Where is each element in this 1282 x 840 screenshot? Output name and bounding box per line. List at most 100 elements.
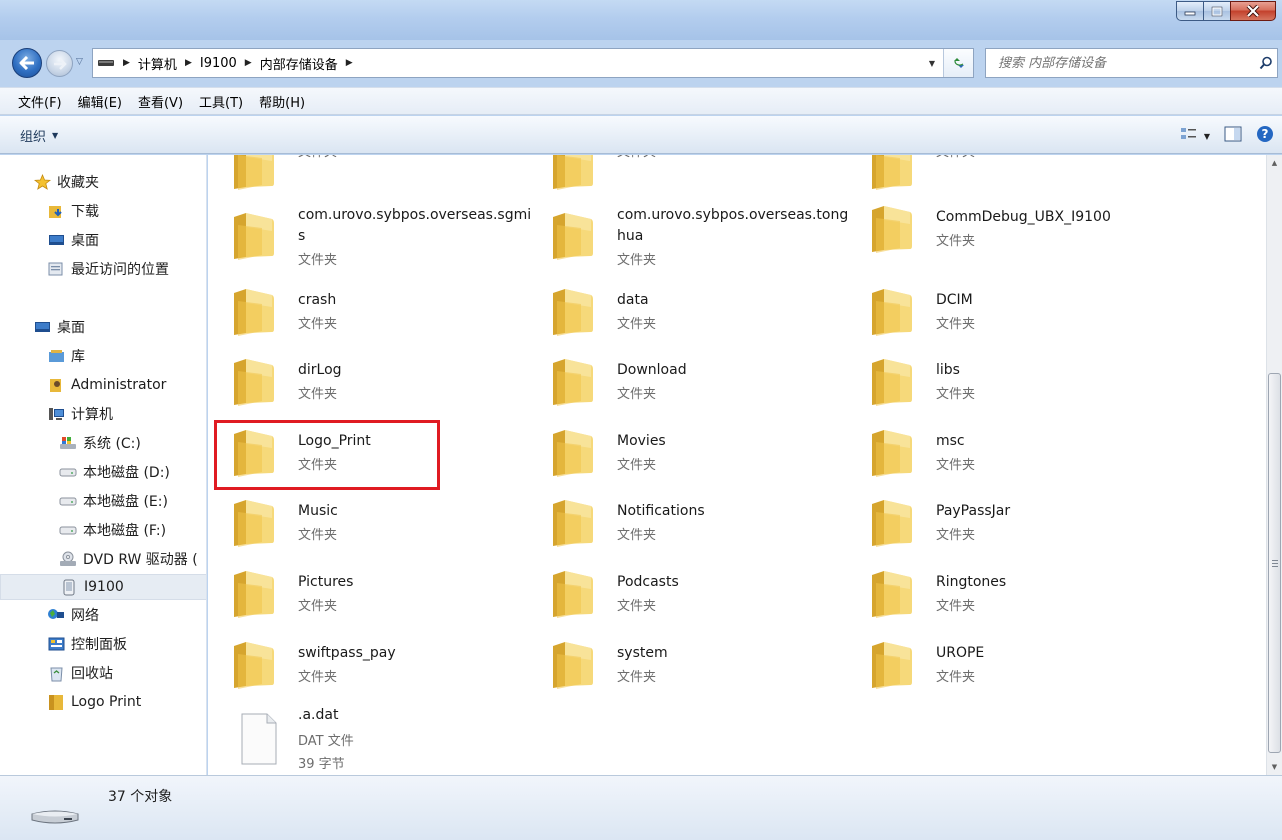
nav-drive-e[interactable]: 本地磁盘 (E:): [0, 488, 206, 514]
folder-icon: [551, 428, 595, 478]
nav-recycle-bin[interactable]: 回收站: [0, 660, 206, 686]
breadcrumb-separator[interactable]: ▶: [119, 49, 134, 77]
folder-tile[interactable]: data 文件夹: [527, 288, 827, 352]
folder-name: msc: [936, 433, 965, 449]
user-folder-icon: [47, 376, 65, 394]
nav-i9100[interactable]: I9100: [0, 574, 206, 600]
nav-computer[interactable]: 计算机: [0, 401, 206, 427]
nav-dvd-drive[interactable]: DVD RW 驱动器 (: [0, 546, 206, 572]
address-dropdown-button[interactable]: ▼: [923, 49, 941, 77]
organize-label: 组织: [20, 129, 47, 145]
maximize-button[interactable]: [1203, 1, 1230, 21]
folder-icon: [551, 155, 595, 191]
nav-administrator[interactable]: Administrator: [0, 372, 206, 398]
folder-type: 文件夹: [936, 528, 976, 543]
folder-tile[interactable]: Download 文件夹: [527, 358, 827, 422]
folder-name: Music: [298, 503, 338, 519]
folder-tile[interactable]: baiduYYS文件夹: [208, 155, 508, 191]
folder-tile[interactable]: Podcasts 文件夹: [527, 570, 827, 634]
folder-tile[interactable]: DCIM 文件夹: [846, 288, 1146, 352]
close-button[interactable]: [1230, 1, 1276, 21]
scroll-down-button[interactable]: ▼: [1267, 759, 1282, 775]
folder-tile[interactable]: libs 文件夹: [846, 358, 1146, 422]
breadcrumb-i9100[interactable]: I9100: [196, 49, 241, 77]
preview-pane-button[interactable]: [1224, 126, 1242, 146]
folder-tile[interactable]: com.urovo.sybpos.overseas文件夹: [527, 155, 827, 191]
menu-edit[interactable]: 编辑(E): [70, 89, 130, 113]
organize-button[interactable]: 组织 ▼: [20, 124, 58, 146]
breadcrumb-computer[interactable]: 计算机: [134, 49, 181, 77]
folder-tile[interactable]: com.urovo.sybpos.overseas.sg文件夹: [846, 155, 1146, 191]
close-icon: [1246, 5, 1260, 17]
file-tile[interactable]: .a.dat DAT 文件 39 字节: [208, 707, 508, 775]
folder-tile[interactable]: Notifications 文件夹: [527, 499, 827, 563]
folder-tile[interactable]: Movies 文件夹: [527, 429, 827, 493]
navigation-pane: 收藏夹 下载 桌面 最近访问的位置 桌面 库 Administrator 计算机…: [0, 155, 207, 775]
address-bar[interactable]: ▶ 计算机 ▶ I9100 ▶ 内部存储设备 ▶ ▼: [92, 48, 974, 78]
folder-type: 文件夹: [298, 528, 338, 543]
menu-file[interactable]: 文件(F): [10, 89, 70, 113]
nav-desktop[interactable]: 桌面: [0, 314, 206, 340]
folder-tile[interactable]: com.urovo.sybpos.overseas.tonghua 文件夹: [527, 205, 848, 269]
breadcrumb-internal-storage[interactable]: 内部存储设备: [256, 49, 342, 77]
folder-type: 文件夹: [617, 528, 657, 543]
nav-label: 回收站: [71, 666, 113, 682]
search-box[interactable]: [985, 48, 1278, 78]
folder-tile[interactable]: CommDebug_UBX_I9100 文件夹: [846, 205, 1146, 269]
change-view-button[interactable]: [1180, 126, 1198, 146]
folder-icon: [47, 693, 65, 711]
folder-tile[interactable]: swiftpass_pay 文件夹: [208, 641, 508, 705]
view-dropdown-arrow[interactable]: ▼: [1204, 132, 1210, 141]
folder-tile[interactable]: Ringtones 文件夹: [846, 570, 1146, 634]
file-type: DAT 文件: [298, 734, 354, 749]
breadcrumb-separator[interactable]: ▶: [181, 49, 196, 77]
folder-icon: [870, 640, 914, 690]
nav-control-panel[interactable]: 控制面板: [0, 631, 206, 657]
menu-view[interactable]: 查看(V): [130, 89, 191, 113]
folder-name: swiftpass_pay: [298, 645, 396, 661]
refresh-button[interactable]: [943, 49, 973, 77]
folder-tile[interactable]: com.urovo.sybpos.overseas.sgmis 文件夹: [208, 205, 531, 269]
folder-tile[interactable]: system 文件夹: [527, 641, 827, 705]
scroll-thumb[interactable]: [1268, 373, 1281, 753]
nav-libraries[interactable]: 库: [0, 343, 206, 369]
forward-button[interactable]: [46, 50, 73, 77]
nav-label: 系统 (C:): [83, 436, 141, 452]
breadcrumb-separator[interactable]: ▶: [241, 49, 256, 77]
recent-pages-dropdown[interactable]: ▽: [76, 57, 83, 67]
nav-drive-f[interactable]: 本地磁盘 (F:): [0, 517, 206, 543]
highlight-box: [214, 420, 440, 490]
menu-tools[interactable]: 工具(T): [191, 89, 251, 113]
help-button[interactable]: ?: [1256, 125, 1274, 147]
folder-icon: [551, 357, 595, 407]
nav-favorites[interactable]: 收藏夹: [0, 169, 206, 195]
back-button[interactable]: [12, 48, 42, 78]
breadcrumb-separator[interactable]: ▶: [342, 49, 357, 77]
folder-tile[interactable]: Music 文件夹: [208, 499, 508, 563]
folder-type: 文件夹: [617, 670, 657, 685]
folder-tile[interactable]: PayPassJar 文件夹: [846, 499, 1146, 563]
nav-logo-print[interactable]: Logo Print: [0, 689, 206, 715]
folder-tile[interactable]: Pictures 文件夹: [208, 570, 508, 634]
nav-network[interactable]: 网络: [0, 602, 206, 628]
folder-tile[interactable]: msc 文件夹: [846, 429, 1146, 493]
search-icon[interactable]: [1255, 56, 1277, 70]
minimize-button[interactable]: [1176, 1, 1203, 21]
nav-drive-c[interactable]: 系统 (C:): [0, 430, 206, 456]
folder-tile[interactable]: dirLog 文件夹: [208, 358, 508, 422]
folder-tile[interactable]: crash 文件夹: [208, 288, 508, 352]
nav-desktop-fav[interactable]: 桌面: [0, 227, 206, 253]
vertical-scrollbar[interactable]: ▲ ▼: [1266, 155, 1282, 775]
folder-type: 文件夹: [936, 317, 976, 332]
folder-name: crash: [298, 292, 337, 308]
nav-downloads[interactable]: 下载: [0, 198, 206, 224]
svg-text:?: ?: [1262, 127, 1269, 141]
scroll-up-button[interactable]: ▲: [1267, 155, 1282, 171]
phone-icon: [60, 578, 78, 596]
menu-help[interactable]: 帮助(H): [251, 89, 313, 113]
search-input[interactable]: [986, 49, 1255, 77]
forward-arrow-icon: [53, 57, 67, 70]
nav-drive-d[interactable]: 本地磁盘 (D:): [0, 459, 206, 485]
folder-tile[interactable]: UROPE 文件夹: [846, 641, 1146, 705]
nav-recent-places[interactable]: 最近访问的位置: [0, 256, 206, 282]
